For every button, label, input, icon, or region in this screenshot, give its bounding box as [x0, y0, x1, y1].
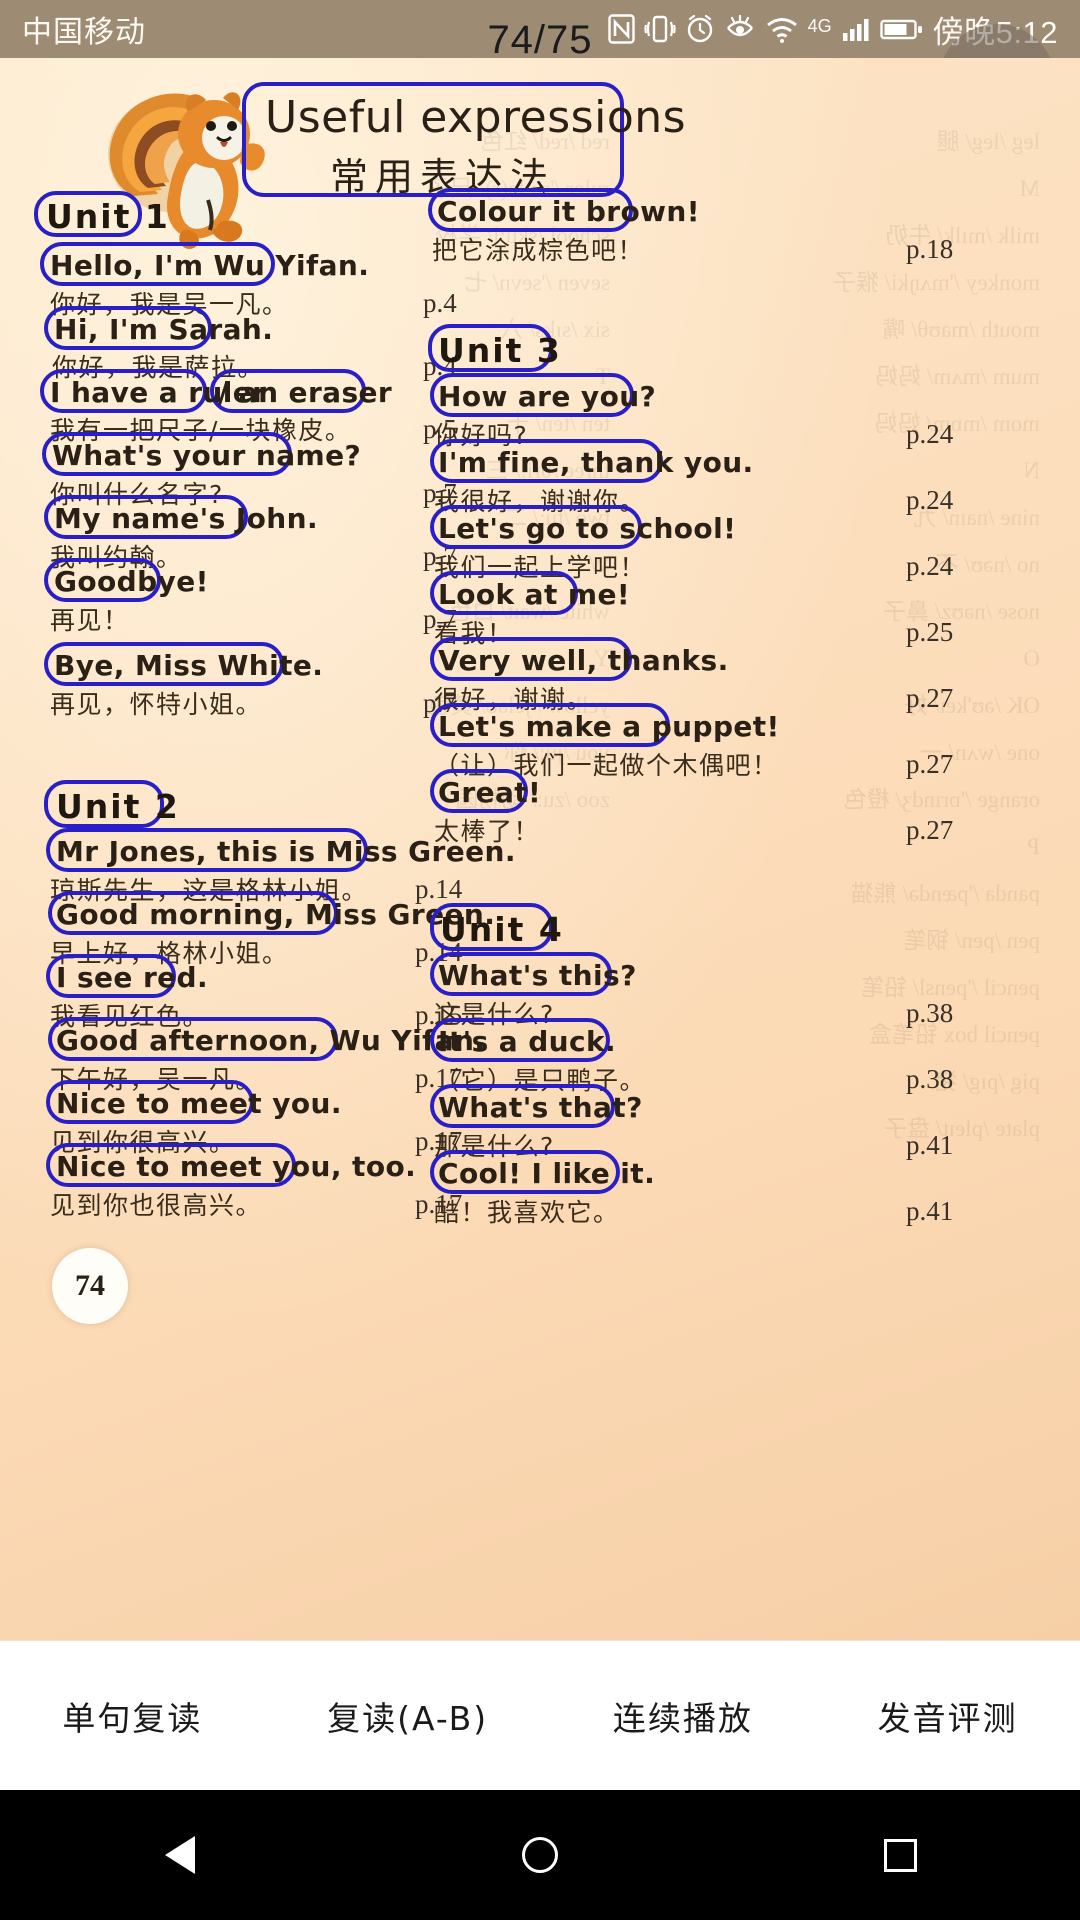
battery-icon — [879, 14, 924, 44]
continuous-play-button[interactable]: 连续播放 — [603, 1678, 763, 1754]
playback-toolbar: 单句复读 复读(A-B) 连续播放 发音评测 — [0, 1640, 1080, 1790]
phrase-zh-r0[interactable]: 把它涂成棕色吧！ — [432, 231, 644, 267]
phrase-en-r5[interactable]: Very well, thanks. — [438, 644, 729, 677]
book-page[interactable]: red /red/ 红色 ruler /'ru:lə(r)/ 尺子 school… — [0, 58, 1080, 1640]
phrase-page-r5: p.27 — [906, 683, 954, 713]
phrase-en-l5[interactable]: My name's John. — [54, 502, 318, 535]
phrase-en-r10[interactable]: What's that? — [438, 1091, 643, 1124]
screen: 中国移动 4G 傍晚5:12 — [0, 0, 1080, 1920]
back-icon — [165, 1836, 195, 1874]
book-title-en: Useful expressions — [265, 92, 687, 143]
phrase-en-l4[interactable]: What's your name? — [52, 439, 361, 472]
phrase-en-l3b[interactable]: / an eraser — [218, 376, 392, 409]
phrase-en-l13[interactable]: Nice to meet you, too. — [56, 1150, 416, 1183]
pronunciation-assessment-button[interactable]: 发音评测 — [868, 1678, 1028, 1754]
recents-icon — [883, 1838, 917, 1872]
wifi-icon — [765, 14, 799, 44]
phrase-en-r6[interactable]: Let's make a puppet! — [438, 710, 780, 743]
phrase-en-r11[interactable]: Cool! I like it. — [438, 1157, 655, 1190]
unit-heading-3: Unit 3 — [438, 331, 562, 370]
status-bar-icons: 4G — [607, 14, 924, 44]
recents-button[interactable] — [845, 1800, 955, 1910]
phrase-en-r0[interactable]: Colour it brown! — [437, 195, 700, 228]
phrase-page-r6: p.27 — [906, 749, 954, 779]
repeat-a-b-button[interactable]: 复读(A-B) — [317, 1678, 498, 1754]
phrase-page-r1: p.24 — [906, 419, 954, 449]
phrase-en-r3[interactable]: Let's go to school! — [438, 512, 736, 545]
phrase-page-r11: p.41 — [906, 1196, 954, 1226]
back-button[interactable] — [125, 1800, 235, 1910]
unit-heading-1: Unit 1 — [46, 197, 170, 236]
phrase-en-l2[interactable]: Hi, I'm Sarah. — [54, 313, 273, 346]
phrase-en-r8[interactable]: What's this? — [438, 959, 637, 992]
phrase-page-r3: p.24 — [906, 551, 954, 581]
folio-page-number: 74 — [52, 1248, 128, 1324]
phrase-en-r2[interactable]: I'm fine, thank you. — [438, 446, 754, 479]
phrase-page-r7: p.27 — [906, 815, 954, 845]
phrase-en-l6[interactable]: Goodbye! — [54, 565, 209, 598]
phrase-en-r9[interactable]: It's a duck. — [438, 1025, 616, 1058]
phrase-zh-r11[interactable]: 酷！我喜欢它。 — [434, 1193, 620, 1229]
phrase-page-r0: p.18 — [906, 234, 954, 264]
book-title-zh: 常用表达法 — [330, 155, 556, 199]
nfc-icon — [607, 14, 635, 44]
phrase-en-l12[interactable]: Nice to meet you. — [56, 1087, 342, 1120]
cellular-signal-icon — [841, 14, 871, 44]
home-button[interactable] — [485, 1800, 595, 1910]
eye-comfort-icon — [724, 14, 756, 44]
phrase-page-r9: p.38 — [906, 1064, 954, 1094]
phrase-en-l10[interactable]: I see red. — [56, 961, 208, 994]
unit-heading-4: Unit 4 — [440, 910, 564, 949]
phrase-zh-l6[interactable]: 再见！ — [50, 601, 130, 637]
phrase-en-l1[interactable]: Hello, I'm Wu Yifan. — [50, 249, 369, 282]
phrase-page-r10: p.41 — [906, 1130, 954, 1160]
home-icon — [522, 1837, 558, 1873]
phrase-page-r4: p.25 — [906, 617, 954, 647]
4g-label: 4G — [807, 16, 832, 36]
phrase-en-r1[interactable]: How are you? — [438, 380, 656, 413]
phrase-page-l1: p.4 — [423, 288, 457, 318]
phrase-en-r7[interactable]: Great! — [438, 776, 541, 809]
repeat-single-sentence-button[interactable]: 单句复读 — [52, 1678, 212, 1754]
android-nav-bar — [0, 1790, 1080, 1920]
status-bar: 中国移动 4G 傍晚5:12 — [0, 0, 1080, 58]
carrier-label: 中国移动 — [22, 16, 146, 49]
phrase-zh-l7[interactable]: 再见，怀特小姐。 — [50, 685, 262, 721]
phrase-zh-l13[interactable]: 见到你也很高兴。 — [50, 1186, 262, 1222]
alarm-icon — [685, 14, 715, 44]
phrase-zh-r7[interactable]: 太棒了！ — [434, 812, 540, 848]
phrase-page-r2: p.24 — [906, 485, 954, 515]
phrase-page-r8: p.38 — [906, 998, 954, 1028]
unit-heading-2: Unit 2 — [56, 787, 180, 826]
phrase-en-l11[interactable]: Good afternoon, Wu Yifan. — [56, 1024, 485, 1057]
phrase-en-r4[interactable]: Look at me! — [438, 578, 630, 611]
phrase-en-l9[interactable]: Good morning, Miss Green. — [56, 898, 495, 931]
vibrate-icon — [644, 14, 676, 44]
phrase-en-l7[interactable]: Bye, Miss White. — [54, 649, 323, 682]
